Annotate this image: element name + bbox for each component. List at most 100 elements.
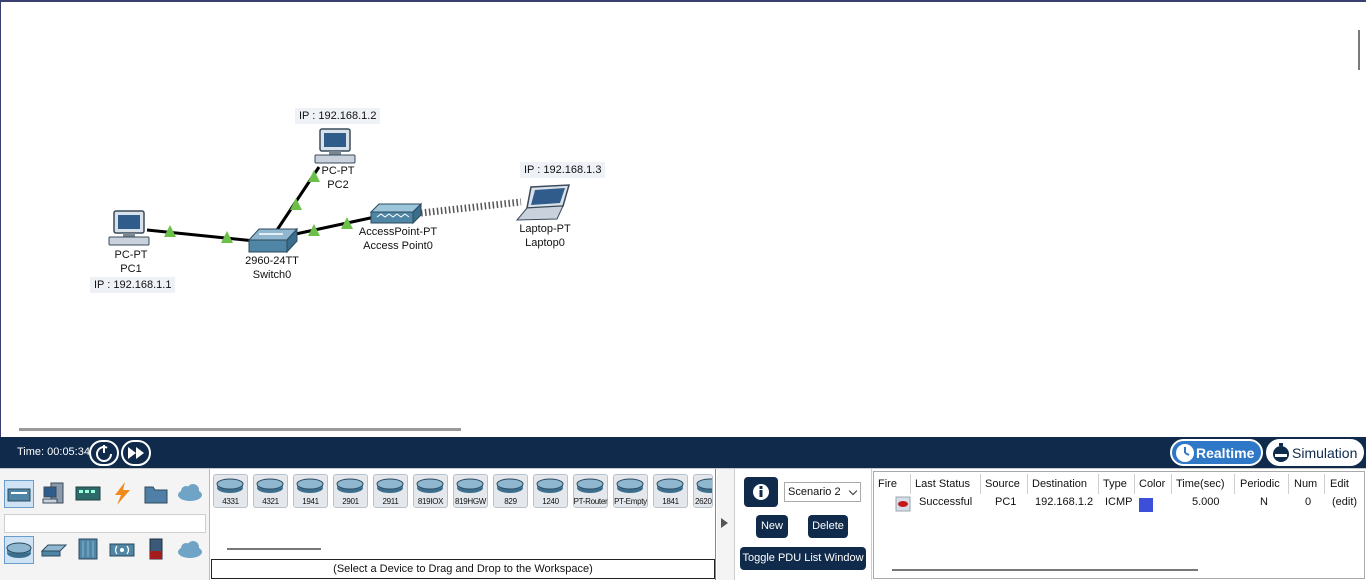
column-header-time: Time(sec) [1176,478,1225,490]
time-bar: Time: 00:05:34 Realtime Simulation [0,437,1366,468]
device-name: 2911 [382,497,399,506]
delete-scenario-button[interactable]: Delete [808,515,848,538]
laptop0-device-icon[interactable] [515,184,571,221]
device-router-1941[interactable]: 1941 [293,474,328,508]
packet-tracer-window: PC-PT PC1 IP : 192.168.1.1 IP : 192.168.… [0,0,1366,580]
switch0-name-label: Switch0 [252,269,292,281]
switch0-device-icon[interactable] [247,227,299,254]
row-periodic: N [1260,496,1268,508]
routers-category[interactable] [4,536,34,564]
wan-emulation-category[interactable] [176,536,206,564]
miscellaneous-icon [144,486,168,504]
device-name: 1841 [662,497,679,506]
realtime-label: Realtime [1196,445,1255,461]
network-devices-icon [7,488,31,502]
device-router-2620[interactable]: 2620 [693,474,713,508]
multiuser-category[interactable] [176,480,206,508]
scenario-info-button[interactable] [744,477,778,507]
device-name: 829 [504,497,517,506]
scroll-thumb[interactable] [1358,30,1360,70]
hubs-category[interactable] [74,536,104,564]
row-time: 5.000 [1192,496,1220,508]
switch0-model-label: 2960-24TT [245,255,299,267]
device-name: 819HGW [454,497,487,506]
column-divider [1134,474,1135,494]
routers-icon [6,542,32,558]
row-source: PC1 [995,496,1017,508]
device-router-1841[interactable]: 1841 [653,474,688,508]
device-search-field[interactable] [4,514,206,533]
network-devices-category[interactable] [4,480,34,508]
device-router-1240[interactable]: 1240 [533,474,568,508]
pc2-name-label: PC2 [327,179,349,191]
new-scenario-button[interactable]: New [756,515,788,538]
device-name: PT-Router [573,497,608,506]
device-name: 1941 [302,497,319,506]
device-name: 4321 [262,497,279,506]
connections-category[interactable] [108,480,138,508]
end-devices-category[interactable] [40,480,70,508]
device-router-829[interactable]: 829 [493,474,528,508]
wireless-devices-icon [109,543,135,557]
router-icon [576,478,604,493]
pdu-list-table: Fire Last Status Source Destination Type… [873,471,1365,579]
pdu-list-scrollbar[interactable] [892,569,1198,571]
router-icon [296,478,324,493]
wireless-devices-category[interactable] [108,536,138,564]
access-point0-model-label: AccessPoint-PT [358,226,438,238]
stopwatch-icon [1273,443,1289,462]
pc1-device-icon[interactable] [108,210,150,246]
device-router-2901[interactable]: 2901 [333,474,368,508]
scenario-panel: Scenario 2 New Delete Toggle PDU List Wi… [736,469,872,580]
security-icon [149,538,163,560]
fast-forward-time-button[interactable] [121,440,151,466]
device-router-4331[interactable]: 4331 [213,474,248,508]
device-type-selection [0,469,210,580]
hubs-icon [78,538,98,560]
miscellaneous-category[interactable] [142,480,172,508]
pc2-device-icon[interactable] [314,128,356,164]
power-cycle-devices-button[interactable] [89,440,119,466]
workspace-horizontal-scrollbar[interactable] [19,428,461,431]
row-edit-link[interactable]: (edit) [1332,496,1357,508]
column-header-num: Num [1294,478,1318,490]
simulation-time: Time: 00:05:34 [17,446,90,458]
device-router-4321[interactable]: 4321 [253,474,288,508]
logical-workspace[interactable]: PC-PT PC1 IP : 192.168.1.1 IP : 192.168.… [0,0,1366,437]
row-last-status: Successful [919,496,973,508]
pc2-ip-label: IP : 192.168.1.2 [295,108,381,124]
collapse-panel-toggle[interactable] [717,469,735,580]
components-category[interactable] [74,480,104,508]
toggle-pdu-list-button[interactable]: Toggle PDU List Window [740,547,866,570]
device-router-pt-router[interactable]: PT-Router [573,474,608,508]
clock-icon [1176,444,1194,462]
multiuser-icon [178,484,202,501]
realtime-mode-tab[interactable]: Realtime [1170,439,1263,466]
device-name: 4331 [222,497,239,506]
access-point0-name-label: Access Point0 [363,240,433,252]
fire-pdu-icon[interactable] [895,496,911,512]
device-router-819iox[interactable]: 819IOX [413,474,448,508]
device-router-819hgw[interactable]: 819HGW [453,474,488,508]
switches-category[interactable] [40,536,70,564]
info-icon [753,484,769,500]
access-point0-device-icon[interactable] [369,202,423,225]
security-category[interactable] [142,536,172,564]
switches-icon [40,544,68,557]
simulation-label: Simulation [1292,445,1358,461]
pc2-model-label: PC-PT [321,165,355,177]
chevron-down-icon [848,486,858,496]
link-pc1-switch0[interactable] [146,228,256,243]
router-icon [656,478,684,493]
device-name: 819IOX [417,497,444,506]
device-router-pt-empty[interactable]: PT-Empty [613,474,648,508]
laptop0-name-label: Laptop0 [525,237,565,249]
router-icon [456,478,484,493]
device-list-scrollbar[interactable] [227,548,321,550]
scenario-dropdown[interactable]: Scenario 2 [784,482,861,502]
simulation-mode-tab[interactable]: Simulation [1266,439,1364,466]
pc1-name-label: PC1 [120,263,142,275]
row-destination: 192.168.1.2 [1035,496,1094,508]
device-router-2911[interactable]: 2911 [373,474,408,508]
workspace-vertical-scrollbar[interactable] [1354,22,1364,422]
